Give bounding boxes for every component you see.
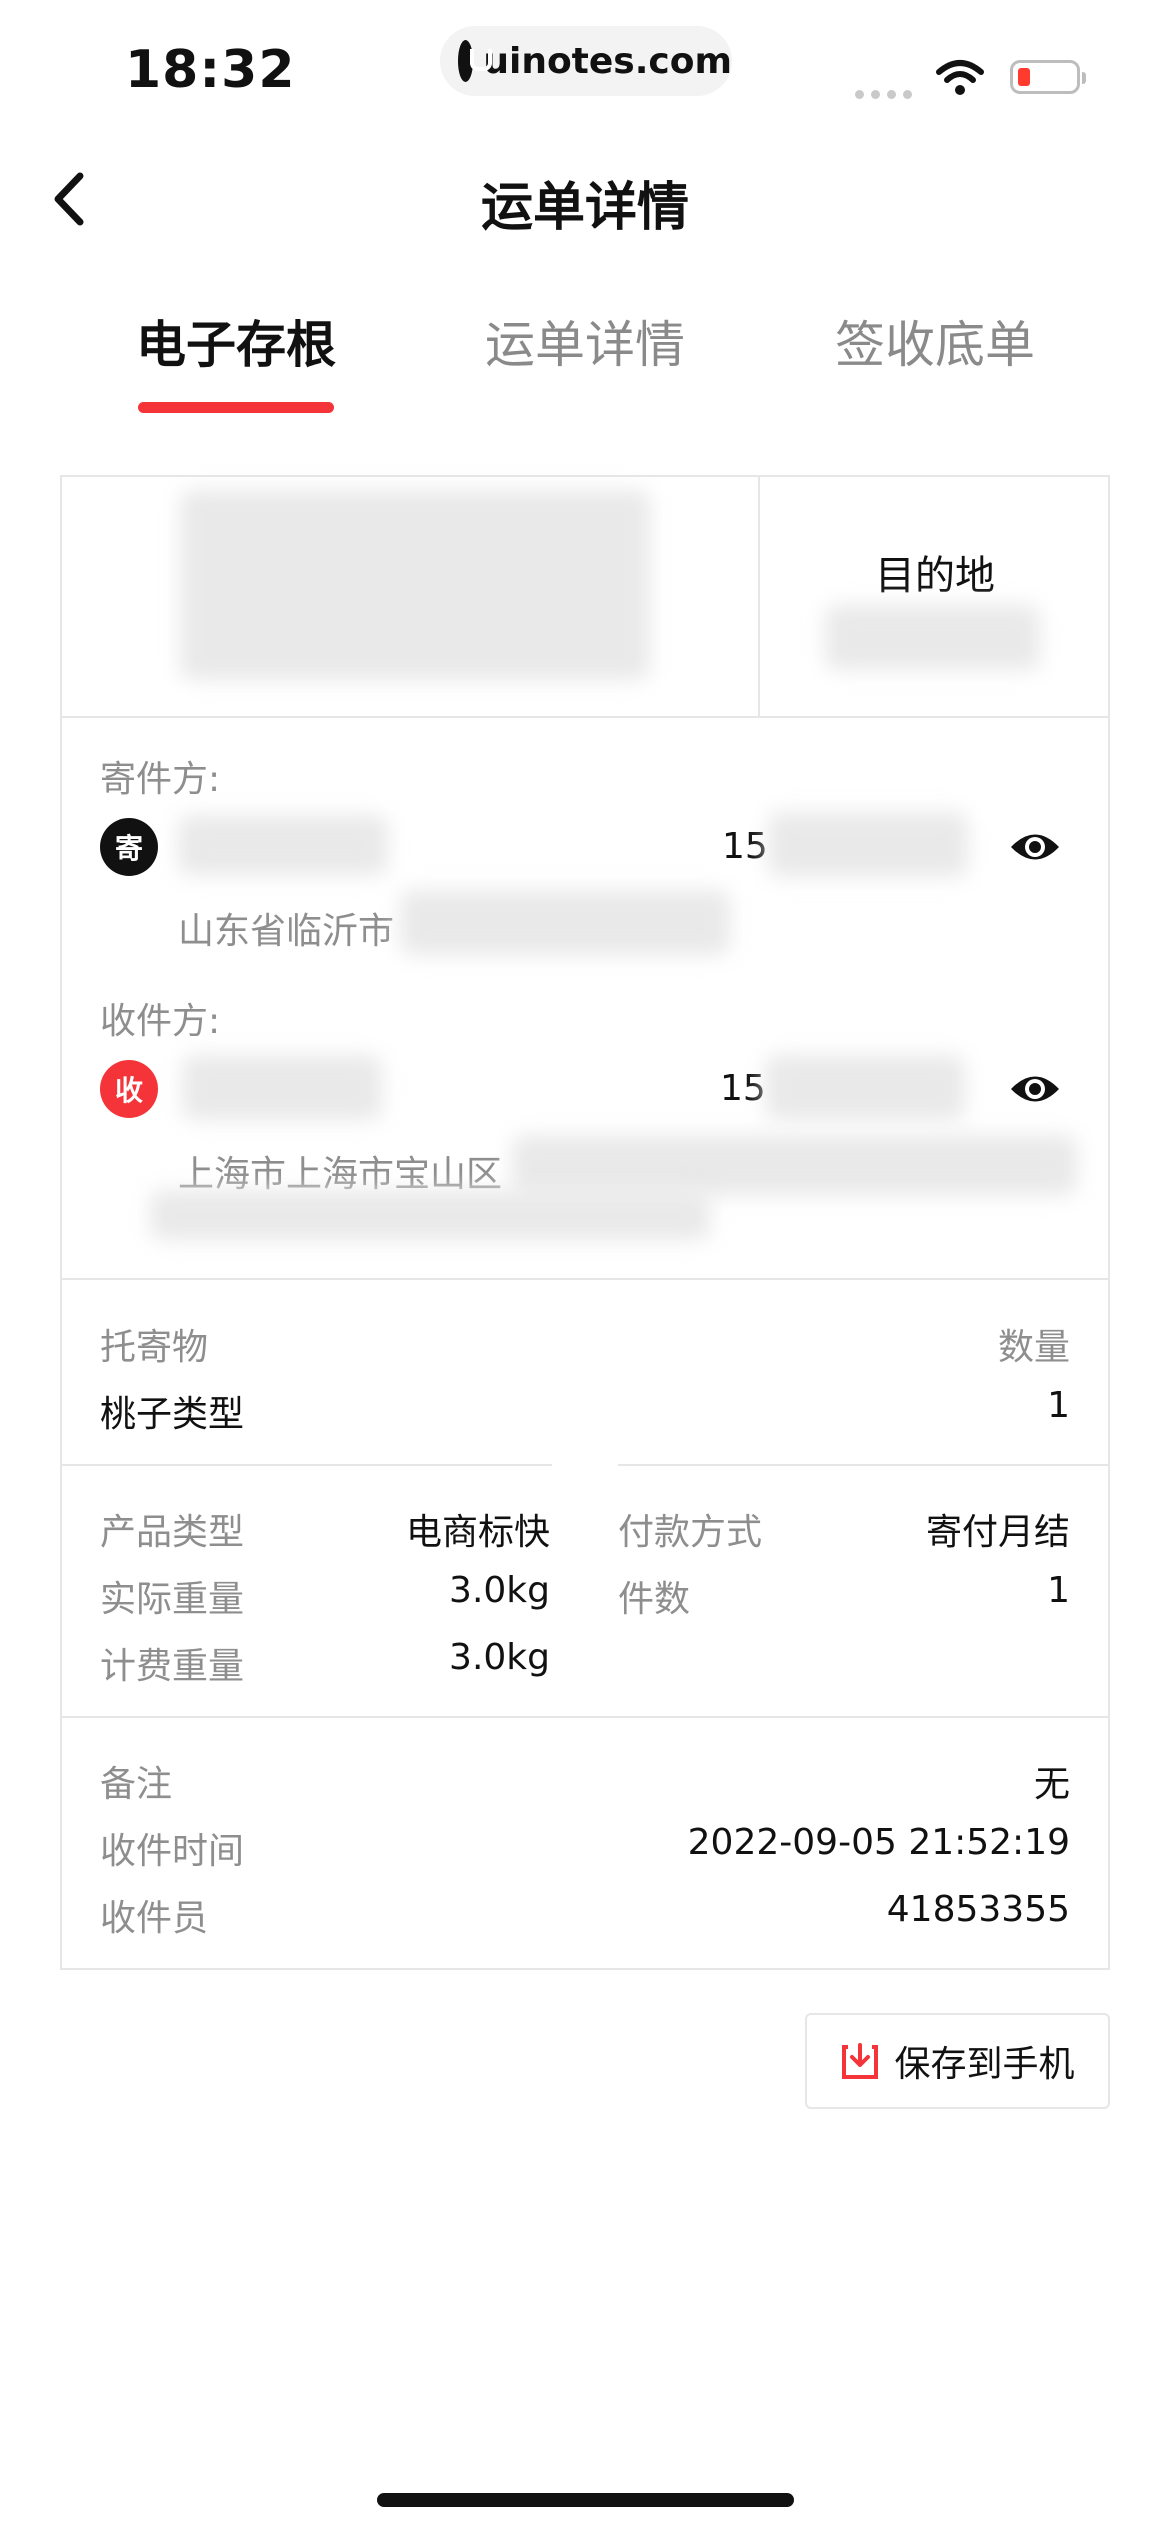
divider	[60, 1464, 552, 1466]
courier-value: 41853355	[886, 1889, 1070, 1930]
courier-label: 收件员	[100, 1898, 209, 1939]
receiver-badge: 收	[100, 1060, 158, 1118]
detail-value: 3.0kg	[449, 1570, 550, 1611]
sender-badge: 寄	[100, 818, 158, 876]
divider	[60, 1278, 1110, 1280]
detail-label: 产品类型	[100, 1512, 245, 1553]
detail-value: 电商标快	[405, 1512, 550, 1553]
detail-label: 付款方式	[618, 1512, 763, 1553]
goods-label: 托寄物	[100, 1327, 209, 1368]
receiver-address-line2	[150, 1190, 710, 1240]
url-pill[interactable]: uinotes.com	[440, 26, 732, 96]
sender-section-label: 寄件方:	[100, 759, 221, 800]
download-icon	[842, 2043, 879, 2079]
receiver-name	[182, 1055, 382, 1120]
divider	[618, 1464, 1110, 1466]
receiver-section-label: 收件方:	[100, 1001, 221, 1042]
eye-icon[interactable]	[1008, 828, 1062, 866]
detail-value: 3.0kg	[449, 1637, 550, 1678]
sender-name	[178, 815, 388, 875]
receiver-phone-rest	[765, 1055, 965, 1120]
pickup-time-label: 收件时间	[100, 1831, 245, 1872]
divider	[60, 716, 1110, 718]
receiver-address-rest	[512, 1135, 1077, 1195]
detail-label: 计费重量	[100, 1646, 245, 1687]
remark-label: 备注	[100, 1764, 173, 1805]
pickup-time-value: 2022-09-05 21:52:19	[687, 1822, 1070, 1863]
sender-address-rest	[400, 890, 730, 955]
remark-value: 无	[1033, 1764, 1070, 1805]
site-logo-icon	[458, 40, 493, 82]
receiver-phone-prefix: 15	[720, 1068, 766, 1109]
tab-signed-receipt[interactable]: 签收底单	[785, 305, 1085, 377]
active-tab-indicator	[138, 402, 334, 413]
sender-address: 山东省临沂市	[178, 911, 395, 952]
eye-icon[interactable]	[1008, 1070, 1062, 1108]
wifi-icon	[936, 60, 984, 95]
destination-code	[825, 605, 1040, 670]
destination-label: 目的地	[875, 553, 995, 599]
barcode-image	[180, 490, 650, 680]
tab-electronic-stub[interactable]: 电子存根	[86, 305, 386, 377]
quantity-value: 1	[1047, 1385, 1070, 1426]
detail-value: 1	[1047, 1570, 1070, 1611]
detail-value: 寄付月结	[925, 1512, 1070, 1553]
url-text: uinotes.com	[483, 40, 732, 82]
sender-phone-rest	[768, 812, 968, 877]
detail-label: 实际重量	[100, 1579, 245, 1620]
detail-label: 件数	[618, 1579, 691, 1620]
page-title: 运单详情	[480, 178, 689, 238]
quantity-label: 数量	[997, 1327, 1070, 1368]
save-button-label: 保存到手机	[894, 2044, 1075, 2085]
battery-icon	[1010, 60, 1086, 94]
save-to-phone-button[interactable]: 保存到手机	[805, 2013, 1110, 2109]
sender-phone-prefix: 15	[722, 826, 768, 867]
cellular-signal-icon	[855, 84, 919, 103]
status-time: 18:32	[125, 40, 296, 100]
home-indicator[interactable]	[377, 2493, 794, 2507]
goods-value: 桃子类型	[100, 1394, 245, 1435]
divider	[60, 1716, 1110, 1718]
tab-waybill-details[interactable]: 运单详情	[435, 305, 735, 377]
